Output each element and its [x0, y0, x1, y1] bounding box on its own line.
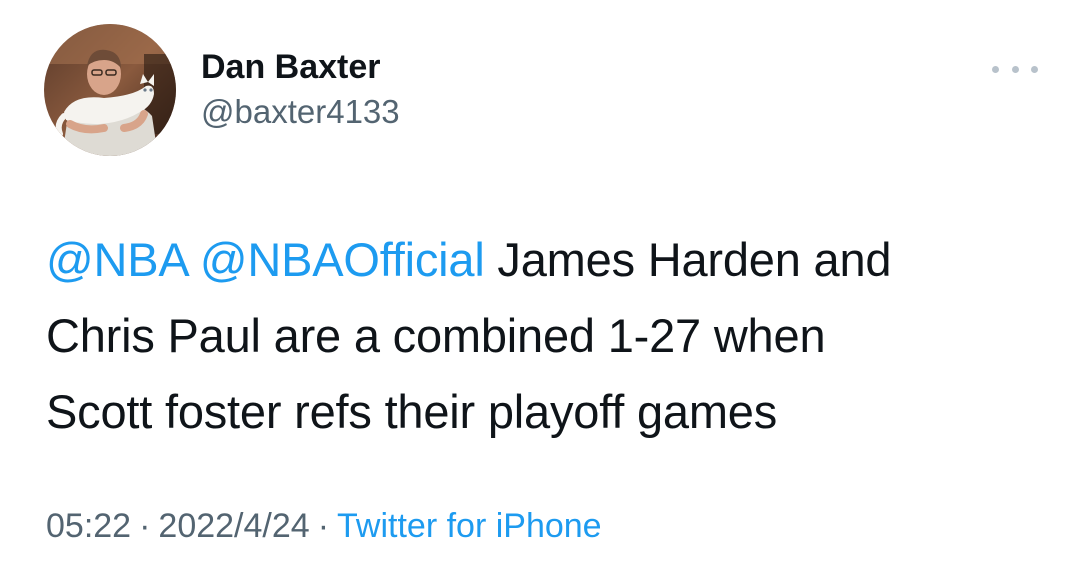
tweet-date[interactable]: 2022/4/24	[158, 507, 309, 545]
tweet-text: @NBA @NBAOfficial James Harden and Chris…	[46, 222, 1046, 450]
more-options-icon[interactable]	[992, 58, 1038, 80]
user-handle[interactable]: @baxter4133	[201, 91, 400, 133]
tweet-text-line: Chris Paul are a combined 1-27 when	[46, 309, 826, 362]
display-name[interactable]: Dan Baxter	[201, 47, 400, 87]
tweet-card: Dan Baxter @baxter4133 @NBA @NBAOfficial…	[0, 0, 1080, 568]
tweet-time[interactable]: 05:22	[46, 507, 131, 545]
dot	[1011, 65, 1019, 73]
tweet-text-line: James Harden and	[484, 233, 892, 286]
tweet-text-line: Scott foster refs their playoff games	[46, 385, 778, 438]
dot	[992, 65, 999, 73]
mention-link[interactable]: @NBA	[46, 233, 187, 286]
avatar[interactable]	[44, 24, 176, 156]
avatar-image	[44, 24, 176, 156]
tweet-source-link[interactable]: Twitter for iPhone	[337, 507, 602, 545]
tweet-header: Dan Baxter @baxter4133	[44, 24, 400, 156]
dot	[1031, 65, 1038, 73]
tweet-meta: 05:22 · 2022/4/24 · Twitter for iPhone	[46, 502, 602, 550]
mention-link[interactable]: @NBAOfficial	[200, 233, 485, 286]
separator: ·	[139, 507, 151, 545]
user-names: Dan Baxter @baxter4133	[201, 24, 400, 156]
separator: ·	[317, 507, 330, 545]
